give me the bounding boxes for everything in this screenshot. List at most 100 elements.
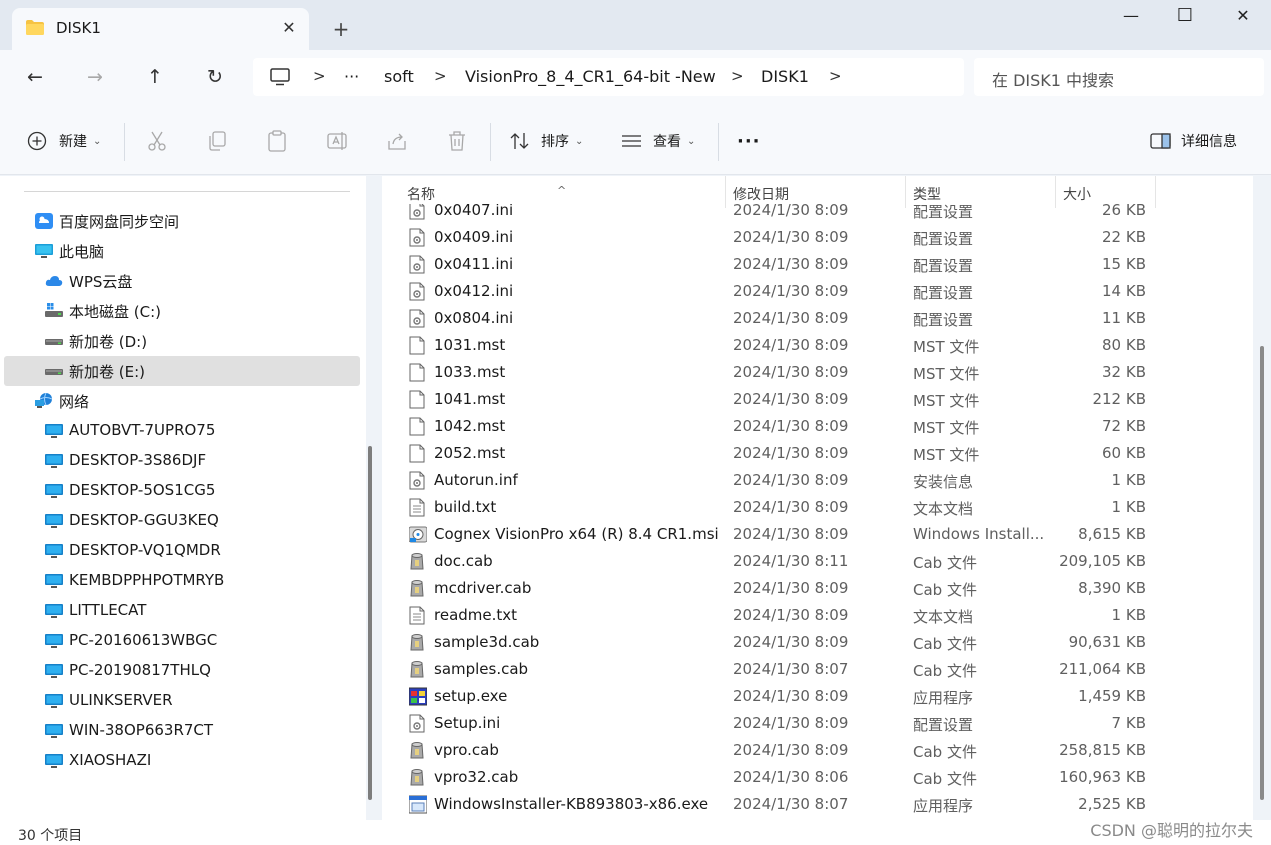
file-row[interactable]: 1042.mst 2024/1/30 8:09 MST 文件 72 KB — [382, 413, 1253, 440]
file-row[interactable]: WindowsInstaller-KB893803-x86.exe 2024/1/… — [382, 791, 1253, 818]
refresh-button[interactable]: ↻ — [197, 62, 233, 92]
share-icon[interactable] — [385, 129, 409, 153]
sidebar-item-label: WIN-38OP663R7CT — [69, 721, 214, 739]
file-modified-date: 2024/1/30 8:09 — [733, 579, 849, 597]
rename-icon[interactable] — [325, 129, 349, 153]
file-modified-date: 2024/1/30 8:09 — [733, 444, 849, 462]
file-size: 11 KB — [1102, 309, 1146, 327]
file-name: 2052.mst — [434, 444, 506, 462]
sidebar-item-item-6[interactable]: 网络 — [4, 386, 360, 416]
maximize-button[interactable]: ☐ — [1157, 0, 1213, 32]
minimize-button[interactable]: — — [1103, 0, 1159, 32]
sidebar-item-d[interactable]: 新加卷 (D:) — [4, 326, 360, 356]
navigation-pane[interactable]: 百度网盘同步空间 此电脑 WPS云盘 本地磁盘 (C:) 新加卷 (D:) 新加卷 (E:… — [0, 176, 366, 820]
copy-icon[interactable] — [205, 129, 229, 153]
file-row[interactable]: setup.exe 2024/1/30 8:09 应用程序 1,459 KB — [382, 683, 1253, 710]
file-row[interactable]: 2052.mst 2024/1/30 8:09 MST 文件 60 KB — [382, 440, 1253, 467]
file-row[interactable]: 0x0409.ini 2024/1/30 8:09 配置设置 22 KB — [382, 224, 1253, 251]
breadcrumb-soft[interactable]: soft — [384, 67, 414, 86]
sidebar-item-label: PC-20190817THLQ — [69, 661, 211, 679]
file-row[interactable]: Setup.ini 2024/1/30 8:09 配置设置 7 KB — [382, 710, 1253, 737]
file-name: sample3d.cab — [434, 633, 540, 651]
sidebar-item-e[interactable]: 新加卷 (E:) — [4, 356, 360, 386]
file-modified-date: 2024/1/30 8:09 — [733, 633, 849, 651]
forward-button[interactable]: → — [77, 62, 113, 92]
file-name: Setup.ini — [434, 714, 501, 732]
search-box[interactable]: 在 DISK1 中搜索 — [974, 58, 1264, 96]
sidebar-item-pc-20160613wbgc[interactable]: PC-20160613WBGC — [4, 626, 360, 656]
sidebar-item-littlecat[interactable]: LITTLECAT — [4, 596, 360, 626]
sidebar-item-xiaoshazi[interactable]: XIAOSHAZI — [4, 746, 360, 776]
file-row[interactable]: vpro32.cab 2024/1/30 8:06 Cab 文件 160,963 KB — [382, 764, 1253, 791]
file-row[interactable]: 0x0411.ini 2024/1/30 8:09 配置设置 15 KB — [382, 251, 1253, 278]
sidebar-item-desktop-5os1cg5[interactable]: DESKTOP-5OS1CG5 — [4, 476, 360, 506]
file-row[interactable]: mcdriver.cab 2024/1/30 8:09 Cab 文件 8,390 KB — [382, 575, 1253, 602]
file-row[interactable]: 1033.mst 2024/1/30 8:09 MST 文件 32 KB — [382, 359, 1253, 386]
sidebar-item-pc-20190817thlq[interactable]: PC-20190817THLQ — [4, 656, 360, 686]
search-placeholder: 在 DISK1 中搜索 — [992, 71, 1115, 90]
sidebar-item-win-38op663r7ct[interactable]: WIN-38OP663R7CT — [4, 716, 360, 746]
sidebar-item-desktop-vq1qmdr[interactable]: DESKTOP-VQ1QMDR — [4, 536, 360, 566]
file-type: MST 文件 — [913, 392, 980, 410]
sidebar-item-ulinkserver[interactable]: ULINKSERVER — [4, 686, 360, 716]
delete-icon[interactable] — [445, 129, 469, 153]
more-options-button[interactable]: ··· — [737, 129, 761, 153]
sidebar-item-item-1[interactable]: 此电脑 — [4, 236, 360, 266]
breadcrumb-visionpro[interactable]: VisionPro_8_4_CR1_64-bit -New — [465, 67, 716, 86]
breadcrumb-disk1[interactable]: DISK1 — [761, 67, 809, 86]
tab-disk1[interactable]: DISK1 ✕ — [12, 8, 309, 50]
file-row[interactable]: 0x0412.ini 2024/1/30 8:09 配置设置 14 KB — [382, 278, 1253, 305]
file-row[interactable]: 1041.mst 2024/1/30 8:09 MST 文件 212 KB — [382, 386, 1253, 413]
file-name: 1041.mst — [434, 390, 506, 408]
file-type: Cab 文件 — [913, 770, 977, 788]
file-list-scrollbar[interactable] — [1260, 346, 1264, 800]
file-row[interactable]: Autorun.inf 2024/1/30 8:09 安装信息 1 KB — [382, 467, 1253, 494]
close-window-button[interactable]: ✕ — [1215, 0, 1271, 32]
back-button[interactable]: ← — [17, 62, 53, 92]
file-type: 配置设置 — [913, 230, 974, 248]
file-type: Cab 文件 — [913, 554, 977, 572]
sidebar-scrollbar[interactable] — [368, 446, 372, 800]
file-row[interactable]: vpro.cab 2024/1/30 8:09 Cab 文件 258,815 KB — [382, 737, 1253, 764]
file-row[interactable]: 1031.mst 2024/1/30 8:09 MST 文件 80 KB — [382, 332, 1253, 359]
sidebar-item-kembdpphpotmryb[interactable]: KEMBDPPHPOTMRYB — [4, 566, 360, 596]
sidebar-item-autobvt-7upro75[interactable]: AUTOBVT-7UPRO75 — [4, 416, 360, 446]
sidebar-item-desktop-ggu3keq[interactable]: DESKTOP-GGU3KEQ — [4, 506, 360, 536]
new-button[interactable]: 新建 ⌄ — [27, 129, 101, 153]
sidebar-item-c[interactable]: 本地磁盘 (C:) — [4, 296, 360, 326]
file-row[interactable]: sample3d.cab 2024/1/30 8:09 Cab 文件 90,631 K… — [382, 629, 1253, 656]
new-tab-button[interactable]: + — [328, 16, 354, 42]
paste-icon[interactable] — [265, 129, 289, 153]
sidebar-item-desktop-3s86djf[interactable]: DESKTOP-3S86DJF — [4, 446, 360, 476]
file-row[interactable]: build.txt 2024/1/30 8:09 文本文档 1 KB — [382, 494, 1253, 521]
file-row[interactable]: 0x0407.ini 2024/1/30 8:09 配置设置 26 KB — [382, 204, 1253, 224]
sidebar-item-item-0[interactable]: 百度网盘同步空间 — [4, 206, 360, 236]
view-button[interactable]: 查看 ⌄ — [621, 129, 695, 153]
file-row[interactable]: doc.cab 2024/1/30 8:11 Cab 文件 209,105 KB — [382, 548, 1253, 575]
blank-file-icon — [409, 390, 425, 409]
computer-icon — [45, 453, 63, 469]
address-bar[interactable]: > ··· soft > VisionPro_8_4_CR1_64-bit -N… — [253, 58, 964, 96]
cut-icon[interactable] — [145, 129, 169, 153]
file-row[interactable]: readme.txt 2024/1/30 8:09 文本文档 1 KB — [382, 602, 1253, 629]
file-size: 32 KB — [1102, 363, 1146, 381]
file-name: 0x0409.ini — [434, 228, 514, 246]
sidebar-item-wps[interactable]: WPS云盘 — [4, 266, 360, 296]
file-row[interactable]: 0x0804.ini 2024/1/30 8:09 配置设置 11 KB — [382, 305, 1253, 332]
breadcrumb-overflow[interactable]: ··· — [344, 67, 359, 86]
file-name: setup.exe — [434, 687, 508, 705]
file-row[interactable]: Cognex VisionPro x64 (R) 8.4 CR1.msi 2024… — [382, 521, 1253, 548]
tab-close-button[interactable]: ✕ — [277, 16, 301, 40]
file-row[interactable]: samples.cab 2024/1/30 8:07 Cab 文件 211,064 K… — [382, 656, 1253, 683]
cab-file-icon — [409, 633, 425, 652]
file-size: 209,105 KB — [1059, 552, 1146, 570]
blank-file-icon — [409, 444, 425, 463]
sort-button[interactable]: 排序 ⌄ — [509, 129, 583, 153]
file-type: MST 文件 — [913, 419, 980, 437]
file-modified-date: 2024/1/30 8:09 — [733, 714, 849, 732]
computer-icon — [45, 513, 63, 529]
details-pane-button[interactable]: 详细信息 — [1150, 129, 1237, 153]
file-type: 应用程序 — [913, 689, 974, 707]
up-button[interactable]: ↑ — [137, 62, 173, 92]
computer-icon — [45, 483, 63, 499]
